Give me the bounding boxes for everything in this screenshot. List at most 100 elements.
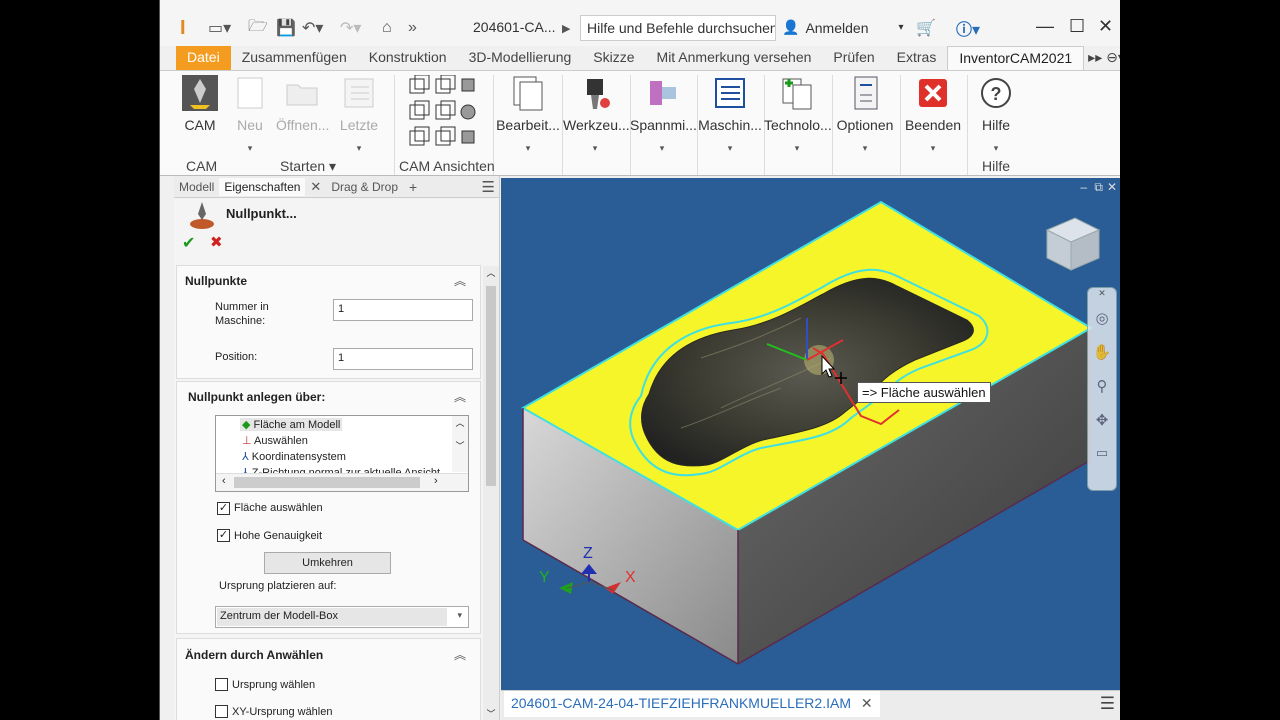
tab-zusammenfuegen[interactable]: Zusammenfügen xyxy=(231,46,358,70)
oeffnen-button[interactable]: Öffnen... xyxy=(276,75,329,133)
new-file-icon[interactable]: ▭▾ xyxy=(208,16,231,40)
model-3d-view[interactable]: Z Y X xyxy=(501,178,1120,690)
chevron-down-icon: ▾ xyxy=(930,143,936,153)
method-list[interactable]: ◆ Fläche am Modell ⊥ Auswählen ⅄ Koordin… xyxy=(215,415,469,492)
cart-icon[interactable]: 🛒 xyxy=(916,16,936,40)
werkzeug-button[interactable]: Werkzeu... ▾ xyxy=(563,75,630,154)
svg-text:?: ? xyxy=(991,84,1002,104)
nummer-input[interactable]: 1 xyxy=(333,299,473,321)
ursprung-waehlen-checkbox[interactable] xyxy=(215,678,228,691)
collapse-chevron-icon[interactable]: ︽ xyxy=(454,272,466,289)
section-nullpunkte: Nullpunkte ︽ Nummer in Maschine: 1 Posit… xyxy=(176,265,481,379)
redo-icon[interactable]: ↷▾ xyxy=(340,16,361,40)
cam-views-grid xyxy=(406,74,480,153)
orbit-icon[interactable]: ✥ xyxy=(1088,411,1116,429)
view-cube[interactable] xyxy=(1045,217,1101,271)
scroll-up-icon[interactable]: ︿ xyxy=(483,266,499,279)
flaeche-auswaehlen-checkbox[interactable]: ✓ xyxy=(217,502,230,515)
panel-menu-icon[interactable]: ☰ xyxy=(482,178,499,196)
pan-hand-icon[interactable]: ✋ xyxy=(1088,343,1116,361)
list-item[interactable]: ⊥ Auswählen xyxy=(242,434,308,447)
umkehren-button[interactable]: Umkehren xyxy=(264,552,391,574)
tab-datei[interactable]: Datei xyxy=(176,46,231,70)
ursprung-dropdown[interactable]: Zentrum der Modell-Box ▾ xyxy=(215,606,469,628)
add-tab-icon[interactable]: + xyxy=(403,179,423,195)
graphics-viewport[interactable]: Z Y X – ⧉ ✕ ✕ ◎ ✋ ⚲ ✥ ▭ => Fläche auswäh… xyxy=(501,178,1120,690)
tab-inventorcam[interactable]: InventorCAM2021 xyxy=(947,46,1085,70)
maximize-button[interactable]: ☐ xyxy=(1069,16,1085,37)
beenden-button[interactable]: Beenden ▾ xyxy=(900,75,966,154)
viewport-close-button[interactable]: ✕ xyxy=(1107,180,1117,194)
position-input[interactable]: 1 xyxy=(333,348,473,370)
collapse-chevron-icon[interactable]: ︽ xyxy=(454,388,466,405)
tab-modell[interactable]: Modell xyxy=(174,178,219,196)
list-item[interactable]: ◆ Fläche am Modell xyxy=(240,418,343,431)
panel-scrollbar[interactable]: ︿ ﹀ xyxy=(483,266,499,720)
group-label-starten[interactable]: Starten ▾ xyxy=(280,158,336,175)
technologie-button[interactable]: Technolo... ▾ xyxy=(764,75,832,154)
xy-ursprung-checkbox[interactable] xyxy=(215,705,228,718)
navigation-bar[interactable]: ✕ ◎ ✋ ⚲ ✥ ▭ xyxy=(1087,287,1117,491)
tab-anmerkung[interactable]: Mit Anmerkung versehen xyxy=(646,46,823,70)
viewport-restore-button[interactable]: ⧉ xyxy=(1094,180,1103,195)
steering-wheel-icon[interactable]: ◎ xyxy=(1088,309,1116,327)
undo-icon[interactable]: ↶▾ xyxy=(302,16,323,40)
xy-ursprung-label: XY-Ursprung wählen xyxy=(232,706,333,718)
more-chevrons-icon[interactable]: » xyxy=(408,16,417,40)
list-item[interactable]: ⅄ Koordinatensystem xyxy=(242,450,346,463)
neu-button[interactable]: Neu ▾ xyxy=(230,75,270,154)
signin-label: Anmelden xyxy=(805,19,869,36)
minimize-button[interactable]: — xyxy=(1036,16,1054,37)
list-scrollbar-vertical[interactable]: ︿ ﹀ xyxy=(452,416,468,472)
cancel-x-icon[interactable]: ✖ xyxy=(210,233,223,251)
tab-konstruktion[interactable]: Konstruktion xyxy=(358,46,458,70)
signin-button[interactable]: 👤 Anmelden ▾ xyxy=(782,19,904,36)
inventor-logo-icon[interactable]: I xyxy=(180,16,186,40)
zoom-icon[interactable]: ⚲ xyxy=(1088,377,1116,395)
home-icon[interactable]: ⌂ xyxy=(382,16,392,40)
maschine-button[interactable]: Maschin... ▾ xyxy=(698,75,762,154)
letzte-button[interactable]: Letzte ▾ xyxy=(336,75,382,154)
help-search-input[interactable]: Hilfe und Befehle durchsuchen... xyxy=(580,15,776,41)
spannmittel-button[interactable]: Spannmi... ▾ xyxy=(630,75,697,154)
hilfe-button[interactable]: ? Hilfe ▾ xyxy=(968,75,1024,154)
scroll-thumb[interactable] xyxy=(234,477,420,488)
tab-menu-icon[interactable]: ☰ xyxy=(1100,694,1115,714)
ribbon-tab-bar: Datei Zusammenfügen Konstruktion 3D-Mode… xyxy=(160,46,1120,70)
section-title: Nullpunkte xyxy=(185,274,247,288)
cam-button[interactable]: CAM xyxy=(180,75,220,133)
play-triangle-icon[interactable]: ▶ xyxy=(562,16,570,40)
tab-drag-drop[interactable]: Drag & Drop xyxy=(326,178,403,196)
tab-3d-modellierung[interactable]: 3D-Modellierung xyxy=(458,46,583,70)
help-circle-icon[interactable]: ⓘ▾ xyxy=(956,16,980,40)
collapse-chevron-icon[interactable]: ︽ xyxy=(454,646,466,663)
bearbeiten-button[interactable]: Bearbeit... ▾ xyxy=(496,75,560,154)
look-at-icon[interactable]: ▭ xyxy=(1088,445,1116,461)
chevron-down-icon: ▾ xyxy=(794,143,800,153)
scroll-right-icon[interactable]: › xyxy=(434,475,438,487)
tab-overflow-icon[interactable]: ▸▸ ⊖▾ xyxy=(1084,46,1120,70)
cam-icon xyxy=(182,75,218,111)
close-window-button[interactable]: ✕ xyxy=(1098,16,1113,37)
hohe-genauigkeit-checkbox[interactable]: ✓ xyxy=(217,529,230,542)
confirm-checkmark-icon[interactable]: ✔ xyxy=(182,233,195,253)
optionen-button[interactable]: Optionen ▾ xyxy=(832,75,898,154)
document-tab[interactable]: 204601-CAM-24-04-TIEFZIEHFRANKMUELLER2.I… xyxy=(504,691,880,717)
tab-pruefen[interactable]: Prüfen xyxy=(822,46,885,70)
list-scrollbar-horizontal[interactable]: ‹ › xyxy=(216,473,468,491)
open-folder-icon[interactable]: 🗁 xyxy=(248,16,268,40)
recent-list-icon xyxy=(341,75,377,111)
close-tab-icon[interactable]: ✕ xyxy=(861,695,873,711)
scroll-thumb[interactable] xyxy=(486,286,496,486)
close-tab-icon[interactable]: ✕ xyxy=(305,179,326,195)
tab-skizze[interactable]: Skizze xyxy=(582,46,645,70)
tab-eigenschaften[interactable]: Eigenschaften xyxy=(219,177,306,196)
navbar-close-icon[interactable]: ✕ xyxy=(1088,288,1116,299)
save-icon[interactable]: 💾 xyxy=(276,16,296,40)
scroll-down-icon[interactable]: ﹀ xyxy=(483,707,499,720)
fixture-icon xyxy=(644,75,680,111)
viewport-minimize-button[interactable]: – xyxy=(1080,180,1087,194)
select-point-icon: ⊥ xyxy=(242,435,252,447)
scroll-left-icon[interactable]: ‹ xyxy=(222,475,226,487)
tab-extras[interactable]: Extras xyxy=(886,46,948,70)
